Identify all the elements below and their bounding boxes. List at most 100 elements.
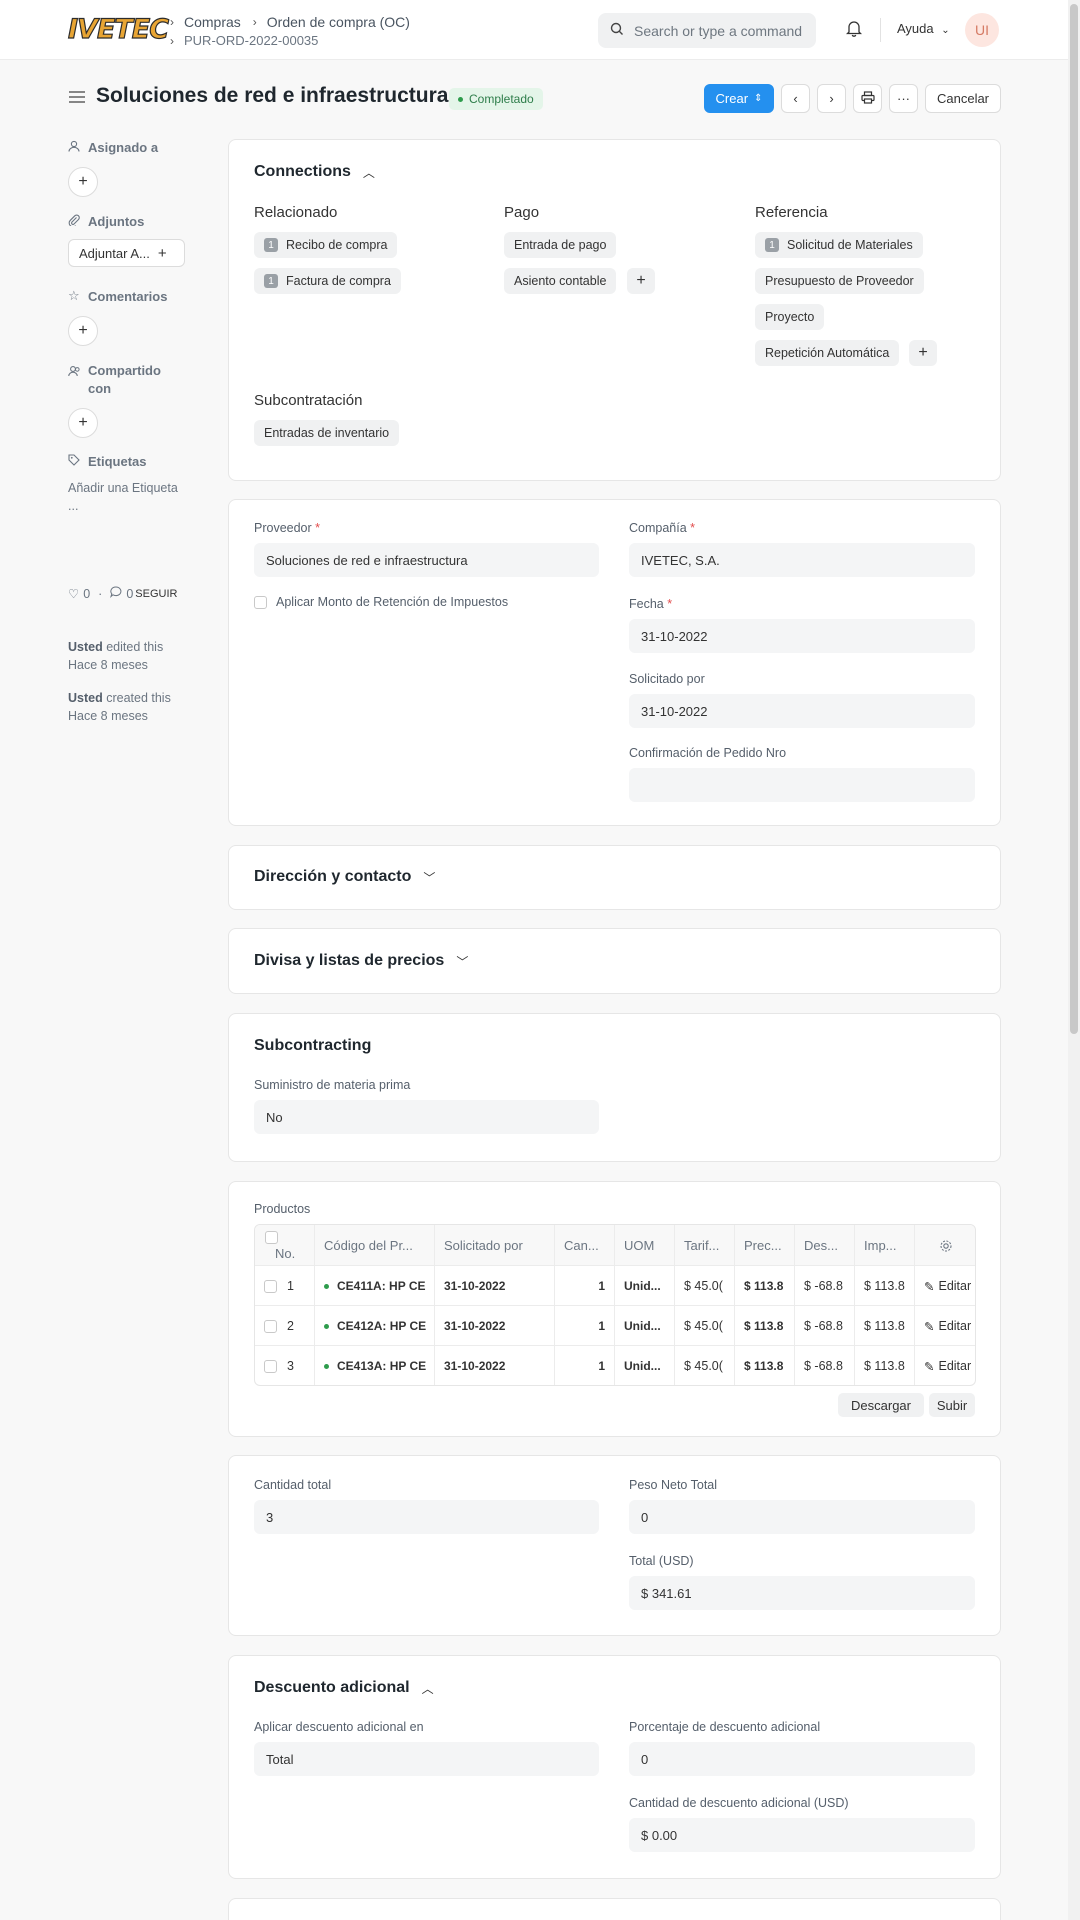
more-options-button[interactable]: ··· — [889, 84, 918, 113]
row-item-code[interactable]: CE413A: HP CE — [315, 1346, 435, 1385]
connection-chip-presupuesto[interactable]: Presupuesto de Proveedor — [755, 268, 924, 294]
follow-button[interactable]: SEGUIR — [135, 588, 177, 600]
supplier-field[interactable]: Soluciones de red e infraestructura — [254, 543, 599, 577]
header-discount[interactable]: Des... — [795, 1225, 855, 1266]
header-uom[interactable]: UOM — [615, 1225, 675, 1266]
help-dropdown[interactable]: Ayuda ⌄ — [897, 21, 950, 36]
row-checkbox[interactable] — [264, 1279, 277, 1293]
column-settings-gear-icon[interactable] — [915, 1225, 975, 1266]
attach-file-button[interactable]: Adjuntar A... + — [68, 239, 185, 267]
add-tag-link[interactable]: Añadir una Etiqueta ... — [68, 479, 188, 515]
row-qty[interactable]: 1 — [555, 1266, 615, 1306]
header-item-code[interactable]: Código del Pr... — [315, 1225, 435, 1266]
header-required-by[interactable]: Solicitado por — [435, 1225, 555, 1266]
page-scrollbar[interactable] — [1068, 0, 1080, 1920]
row-required-by[interactable]: 31-10-2022 — [435, 1306, 555, 1346]
connections-section-toggle[interactable]: Connections ︿ — [254, 163, 375, 181]
apply-discount-on-select[interactable]: Total — [254, 1742, 599, 1776]
pencil-icon: ✎ — [924, 1279, 935, 1294]
withholding-checkbox[interactable] — [254, 596, 267, 609]
discount-amount-field[interactable]: $ 0.00 — [629, 1818, 975, 1852]
address-section-toggle[interactable]: Dirección y contacto ﹀ — [254, 868, 435, 886]
net-weight-field[interactable]: 0 — [629, 1500, 975, 1534]
row-qty[interactable]: 1 — [555, 1346, 615, 1385]
row-price[interactable]: $ 113.8 — [735, 1266, 795, 1306]
sidebar-toggle-icon[interactable] — [68, 88, 86, 109]
header-qty[interactable]: Can... — [555, 1225, 615, 1266]
breadcrumb-doc-id[interactable]: PUR-ORD-2022-00035 — [184, 33, 318, 48]
row-uom[interactable]: Unid... — [615, 1346, 675, 1385]
row-required-by[interactable]: 31-10-2022 — [435, 1266, 555, 1306]
header-rate[interactable]: Tarif... — [675, 1225, 735, 1266]
connection-chip-recibo[interactable]: 1 Recibo de compra — [254, 232, 398, 258]
row-edit-button[interactable]: ✎ Editar — [915, 1346, 975, 1385]
table-row[interactable]: 3 CE413A: HP CE 31-10-2022 1 Unid... $ 4… — [255, 1346, 975, 1385]
row-required-by[interactable]: 31-10-2022 — [435, 1346, 555, 1385]
cancel-button[interactable]: Cancelar — [925, 84, 1001, 113]
row-item-code[interactable]: CE412A: HP CE — [315, 1306, 435, 1346]
heart-icon[interactable]: ♡ — [68, 586, 79, 601]
row-rate[interactable]: $ 45.0( — [675, 1346, 735, 1385]
supplier-label-text: Proveedor — [254, 521, 312, 535]
notification-bell-icon[interactable] — [845, 19, 863, 42]
row-edit-button[interactable]: ✎ Editar — [915, 1306, 975, 1346]
add-payment-button[interactable]: + — [627, 268, 655, 294]
row-rate[interactable]: $ 45.0( — [675, 1266, 735, 1306]
breadcrumb-orden-compra[interactable]: Orden de compra (OC) — [267, 14, 410, 30]
print-button[interactable] — [853, 84, 882, 113]
row-discount[interactable]: $ -68.8 — [795, 1306, 855, 1346]
add-assignee-button[interactable]: + — [68, 167, 98, 197]
row-discount[interactable]: $ -68.8 — [795, 1266, 855, 1306]
row-edit-button[interactable]: ✎ Editar — [915, 1266, 975, 1306]
row-qty[interactable]: 1 — [555, 1306, 615, 1346]
add-share-button[interactable]: + — [68, 408, 98, 438]
company-logo[interactable]: IVETEC — [67, 13, 169, 46]
required-by-field[interactable]: 31-10-2022 — [629, 694, 975, 728]
table-row[interactable]: 2 CE412A: HP CE 31-10-2022 1 Unid... $ 4… — [255, 1306, 975, 1346]
connection-chip-solicitud[interactable]: 1 Solicitud de Materiales — [755, 232, 923, 258]
connection-chip-entrada-pago[interactable]: Entrada de pago — [504, 232, 617, 258]
create-button[interactable]: Crear ⇕ — [704, 84, 774, 113]
row-amount[interactable]: $ 113.8 — [855, 1306, 915, 1346]
avatar[interactable]: UI — [965, 13, 999, 47]
header-amount[interactable]: Imp... — [855, 1225, 915, 1266]
row-amount[interactable]: $ 113.8 — [855, 1346, 915, 1385]
download-button[interactable]: Descargar — [838, 1393, 924, 1417]
row-rate[interactable]: $ 45.0( — [675, 1306, 735, 1346]
currency-section-toggle[interactable]: Divisa y listas de precios ﹀ — [254, 952, 468, 970]
row-price[interactable]: $ 113.8 — [735, 1346, 795, 1385]
discount-section-toggle[interactable]: Descuento adicional ︿ — [254, 1679, 434, 1697]
table-row[interactable]: 1 CE411A: HP CE 31-10-2022 1 Unid... $ 4… — [255, 1266, 975, 1306]
company-field[interactable]: IVETEC, S.A. — [629, 543, 975, 577]
upload-button[interactable]: Subir — [929, 1393, 975, 1417]
total-qty-field[interactable]: 3 — [254, 1500, 599, 1534]
next-doc-button[interactable]: › — [817, 84, 846, 113]
connection-chip-proyecto[interactable]: Proyecto — [755, 304, 825, 330]
connection-chip-entradas-inventario[interactable]: Entradas de inventario — [254, 420, 400, 446]
connection-chip-factura[interactable]: 1 Factura de compra — [254, 268, 401, 294]
total-usd-field[interactable]: $ 341.61 — [629, 1576, 975, 1610]
add-reference-button[interactable]: + — [909, 340, 937, 366]
row-discount[interactable]: $ -68.8 — [795, 1346, 855, 1385]
previous-doc-button[interactable]: ‹ — [781, 84, 810, 113]
row-amount[interactable]: $ 113.8 — [855, 1266, 915, 1306]
order-confirmation-field[interactable] — [629, 768, 975, 802]
search-input[interactable]: Search or type a command — [598, 13, 816, 48]
connection-chip-asiento[interactable]: Asiento contable — [504, 268, 617, 294]
select-all-checkbox[interactable] — [265, 1230, 278, 1244]
row-checkbox[interactable] — [264, 1359, 277, 1373]
supply-raw-select[interactable]: No — [254, 1100, 599, 1134]
breadcrumb-compras[interactable]: Compras — [184, 14, 241, 30]
add-comment-button[interactable]: + — [68, 316, 98, 346]
row-price[interactable]: $ 113.8 — [735, 1306, 795, 1346]
scrollbar-thumb[interactable] — [1070, 4, 1078, 1034]
header-price[interactable]: Prec... — [735, 1225, 795, 1266]
row-checkbox[interactable] — [264, 1319, 277, 1333]
discount-percent-field[interactable]: 0 — [629, 1742, 975, 1776]
comment-bubble-icon[interactable] — [110, 586, 122, 601]
row-uom[interactable]: Unid... — [615, 1266, 675, 1306]
connection-chip-repeticion[interactable]: Repetición Automática — [755, 340, 900, 366]
date-field[interactable]: 31-10-2022 — [629, 619, 975, 653]
row-item-code[interactable]: CE411A: HP CE — [315, 1266, 435, 1306]
row-uom[interactable]: Unid... — [615, 1306, 675, 1346]
